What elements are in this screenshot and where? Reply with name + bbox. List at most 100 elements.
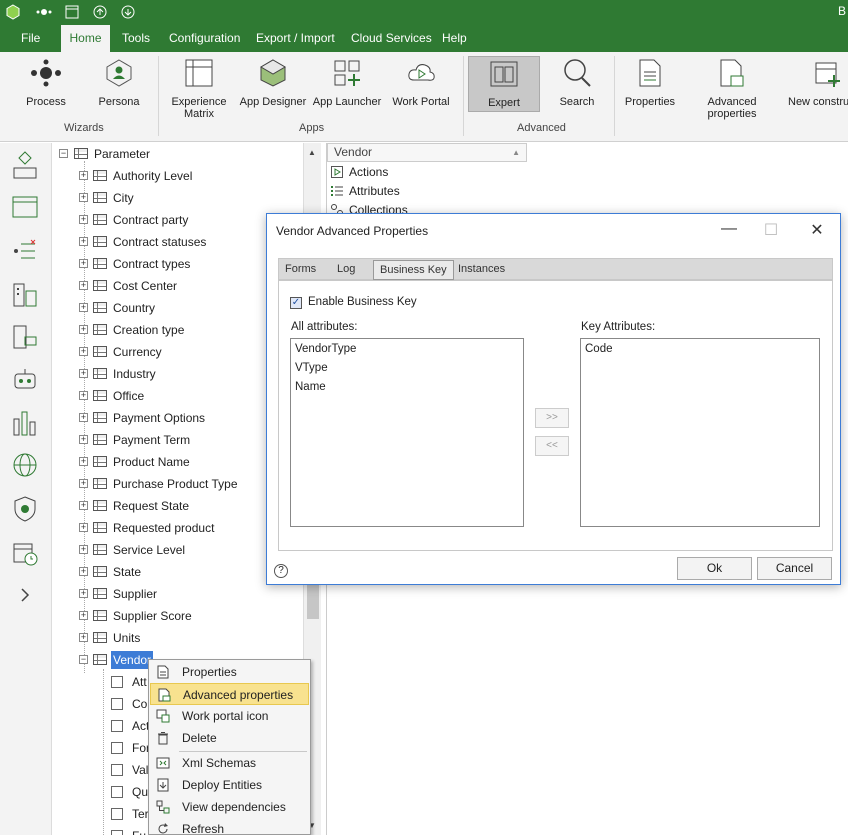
expand-icon[interactable]: + bbox=[79, 193, 88, 202]
expand-icon[interactable]: + bbox=[79, 589, 88, 598]
menu-item-work-portal-icon[interactable]: Work portal icon bbox=[150, 705, 309, 727]
organization-icon[interactable] bbox=[9, 279, 41, 311]
upload-quick-icon[interactable] bbox=[91, 3, 109, 21]
work-portal-button[interactable]: Work Portal bbox=[389, 56, 453, 108]
cancel-button[interactable]: Cancel bbox=[757, 557, 832, 580]
tree-item-label: Contract party bbox=[113, 213, 189, 227]
close-icon[interactable]: ✕ bbox=[802, 220, 832, 240]
properties-ribbon-button[interactable]: Properties bbox=[622, 56, 678, 108]
list-item[interactable]: Name bbox=[295, 381, 326, 393]
robot-icon[interactable] bbox=[9, 363, 41, 395]
forms-icon[interactable] bbox=[9, 191, 41, 223]
expand-icon[interactable]: + bbox=[79, 567, 88, 576]
menu-item-refresh[interactable]: Refresh bbox=[150, 818, 309, 835]
panel-item-attributes[interactable]: Attributes bbox=[327, 182, 400, 200]
key-attributes-list[interactable]: Code bbox=[580, 338, 820, 527]
expand-icon[interactable]: + bbox=[79, 281, 88, 290]
menu-item-deploy-entities[interactable]: Deploy Entities bbox=[150, 774, 309, 796]
menu-help[interactable]: Help bbox=[436, 25, 473, 52]
list-item[interactable]: VendorType bbox=[295, 343, 356, 355]
ok-button[interactable]: Ok bbox=[677, 557, 752, 580]
expand-icon[interactable]: + bbox=[79, 413, 88, 422]
menu-item-view-dependencies[interactable]: View dependencies bbox=[150, 796, 309, 818]
tree-item[interactable]: + Supplier Score bbox=[53, 607, 303, 625]
expand-icon[interactable]: + bbox=[79, 259, 88, 268]
expand-icon[interactable]: + bbox=[79, 237, 88, 246]
business-rules-icon[interactable] bbox=[9, 235, 41, 267]
column-header[interactable]: Vendor ▲ bbox=[327, 143, 527, 162]
menu-item-properties[interactable]: Properties bbox=[150, 661, 309, 683]
modeling-icon[interactable] bbox=[9, 149, 41, 181]
tree-item-label: Creation type bbox=[113, 323, 185, 337]
tab-log[interactable]: Log bbox=[331, 259, 361, 280]
expand-icon[interactable]: + bbox=[79, 391, 88, 400]
expand-icon[interactable]: + bbox=[79, 171, 88, 180]
expand-icon[interactable]: + bbox=[79, 457, 88, 466]
process-quick-icon[interactable] bbox=[35, 3, 53, 21]
download-quick-icon[interactable] bbox=[119, 3, 137, 21]
expand-icon[interactable]: + bbox=[79, 523, 88, 532]
menu-export-import[interactable]: Export / Import bbox=[250, 25, 341, 52]
security-shield-icon[interactable] bbox=[9, 493, 41, 525]
tab-business-key[interactable]: Business Key bbox=[373, 260, 454, 280]
menu-configuration[interactable]: Configuration bbox=[163, 25, 246, 52]
expand-icon[interactable]: + bbox=[79, 501, 88, 510]
tab-instances[interactable]: Instances bbox=[452, 259, 511, 280]
menu-item-xml-schemas[interactable]: Xml Schemas bbox=[150, 752, 309, 774]
menu-item-delete[interactable]: Delete bbox=[150, 727, 309, 749]
new-construct-button[interactable]: New constru bbox=[788, 56, 848, 108]
advanced-properties-ribbon-button[interactable]: Advanced properties bbox=[682, 56, 782, 120]
expand-icon[interactable]: + bbox=[79, 215, 88, 224]
expand-icon[interactable]: + bbox=[79, 633, 88, 642]
expand-icon[interactable]: + bbox=[79, 325, 88, 334]
add-attribute-button[interactable]: >> bbox=[535, 408, 569, 428]
tree-item-label: Units bbox=[113, 631, 141, 645]
menu-home[interactable]: Home bbox=[61, 25, 110, 52]
all-attributes-list[interactable]: VendorType VType Name bbox=[290, 338, 524, 527]
scroll-up-icon[interactable]: ▲ bbox=[308, 148, 316, 157]
scrollbar-thumb[interactable] bbox=[307, 583, 319, 619]
expand-icon[interactable]: + bbox=[79, 545, 88, 554]
panel-item-actions[interactable]: Actions bbox=[327, 163, 388, 181]
tree-root-parameter[interactable]: − Parameter bbox=[53, 145, 303, 163]
menu-cloud-services[interactable]: Cloud Services bbox=[345, 25, 438, 52]
expand-icon[interactable]: + bbox=[79, 611, 88, 620]
process-button[interactable]: Process bbox=[20, 56, 72, 108]
globe-icon[interactable] bbox=[9, 449, 41, 481]
menu-file[interactable]: File bbox=[15, 25, 46, 52]
experience-matrix-button[interactable]: Experience Matrix bbox=[170, 56, 228, 120]
collapse-icon[interactable]: − bbox=[79, 655, 88, 664]
expand-icon[interactable]: + bbox=[79, 479, 88, 488]
tree-item[interactable]: + Supplier bbox=[53, 585, 303, 603]
expand-icon[interactable]: + bbox=[79, 303, 88, 312]
tree-item[interactable]: + Units bbox=[53, 629, 303, 647]
tree-item[interactable]: + Authority Level bbox=[53, 167, 303, 185]
search-button[interactable]: Search bbox=[552, 56, 602, 108]
minimize-icon[interactable]: — bbox=[714, 220, 744, 240]
expand-rail-icon[interactable] bbox=[9, 579, 41, 611]
list-item[interactable]: VType bbox=[295, 362, 328, 374]
menu-item-advanced-properties[interactable]: Advanced properties bbox=[150, 683, 309, 705]
tree-item[interactable]: + City bbox=[53, 189, 303, 207]
list-item[interactable]: Code bbox=[585, 343, 613, 355]
work-portal-label: Work Portal bbox=[392, 96, 450, 108]
collapse-icon[interactable]: − bbox=[59, 149, 68, 158]
tree-item-label: Contract statuses bbox=[113, 235, 207, 249]
menu-tools[interactable]: Tools bbox=[116, 25, 156, 52]
expand-icon[interactable]: + bbox=[79, 369, 88, 378]
expand-icon[interactable]: + bbox=[79, 435, 88, 444]
app-launcher-button[interactable]: App Launcher bbox=[312, 56, 382, 108]
search-label: Search bbox=[559, 96, 595, 108]
window-quick-icon[interactable] bbox=[63, 3, 81, 21]
app-designer-button[interactable]: App Designer bbox=[238, 56, 308, 108]
devices-icon[interactable] bbox=[9, 321, 41, 353]
persona-button[interactable]: Persona bbox=[92, 56, 146, 108]
tab-forms[interactable]: Forms bbox=[279, 259, 322, 280]
remove-attribute-button[interactable]: << bbox=[535, 436, 569, 456]
expand-icon[interactable]: + bbox=[79, 347, 88, 356]
calendar-icon[interactable] bbox=[9, 537, 41, 569]
help-icon[interactable]: ? bbox=[274, 564, 288, 578]
analytics-icon[interactable] bbox=[9, 407, 41, 439]
expert-button[interactable]: Expert bbox=[468, 56, 540, 112]
enable-business-key-checkbox[interactable]: ✓ bbox=[290, 297, 302, 309]
